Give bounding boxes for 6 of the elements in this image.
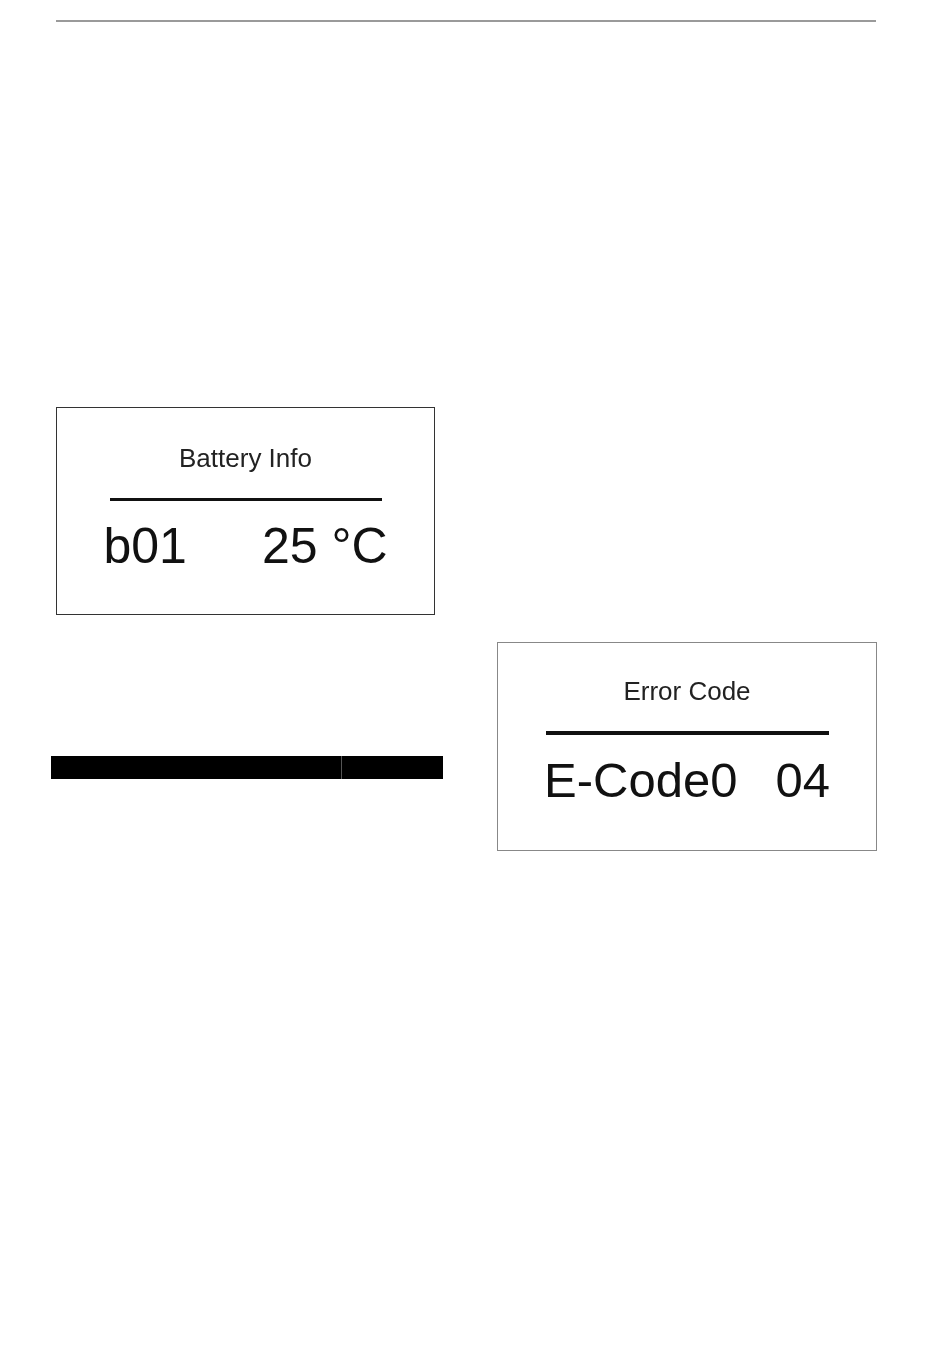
display-value: b01 (103, 519, 187, 573)
display-title: Error Code (623, 675, 751, 707)
display-title: Battery Info (179, 442, 312, 474)
display-value: 04 (775, 753, 830, 807)
display-value: E-Code0 (544, 753, 738, 807)
display-value: 25 °C (261, 519, 388, 573)
